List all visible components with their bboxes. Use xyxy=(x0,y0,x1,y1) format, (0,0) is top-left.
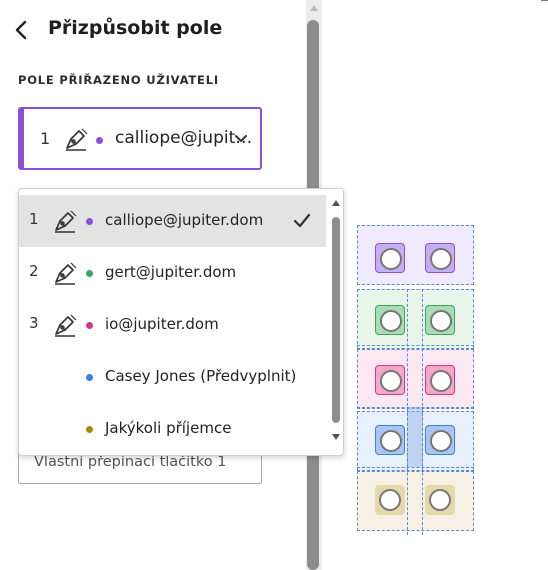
recipient-select[interactable]: 1 calliope@jupit… xyxy=(18,107,262,170)
pen-icon xyxy=(66,128,88,151)
panel-title: Přizpůsobit pole xyxy=(48,17,223,39)
field-name-value: Vlastní přepínací tlačítko 1 xyxy=(34,454,227,470)
radio-button[interactable] xyxy=(375,243,405,273)
option-color-dot xyxy=(86,270,93,277)
pen-icon xyxy=(55,262,77,285)
dropdown-scrollbar-thumb[interactable] xyxy=(332,217,340,423)
radio-button[interactable] xyxy=(375,485,405,515)
recipient-option-any[interactable]: Jakýkoli příjemce xyxy=(19,403,326,455)
recipient-email: calliope@jupit… xyxy=(115,128,253,148)
radio-button[interactable] xyxy=(375,365,405,395)
option-number: 1 xyxy=(29,210,39,228)
radio-button[interactable] xyxy=(375,305,405,335)
pen-icon xyxy=(55,314,77,337)
scroll-up-icon[interactable] xyxy=(309,4,319,12)
radio-button[interactable] xyxy=(375,425,405,455)
recipient-option-2[interactable]: 2 gert@jupiter.dom xyxy=(19,247,326,299)
radio-button[interactable] xyxy=(425,305,455,335)
recipient-dropdown-list: 1 calliope@jupiter.dom 2 gert@jupiter.do… xyxy=(18,188,344,456)
recipient-option-prefill[interactable]: Casey Jones (Předvyplnit) xyxy=(19,351,326,403)
recipient-option-3[interactable]: 3 io@jupiter.dom xyxy=(19,299,326,351)
checkmark-icon xyxy=(293,213,311,228)
option-label: calliope@jupiter.dom xyxy=(105,211,264,229)
option-color-dot xyxy=(86,426,93,433)
option-label: Jakýkoli příjemce xyxy=(105,419,232,437)
dropdown-scrollbar[interactable] xyxy=(327,189,343,455)
recipient-number: 1 xyxy=(40,129,51,148)
scroll-up-icon[interactable] xyxy=(331,199,341,207)
radio-button[interactable] xyxy=(425,243,455,273)
radio-button[interactable] xyxy=(425,365,455,395)
selection-column xyxy=(407,289,423,535)
recipient-color-dot xyxy=(96,137,103,144)
radio-button[interactable] xyxy=(425,425,455,455)
option-color-dot xyxy=(86,322,93,329)
canvas-edge-mark xyxy=(541,0,548,1)
radio-button[interactable] xyxy=(425,485,455,515)
option-color-dot xyxy=(86,218,93,225)
option-label: io@jupiter.dom xyxy=(105,315,219,333)
chevron-down-icon xyxy=(235,135,247,142)
assigned-to-label: POLE PŘIŘAZENO UŽIVATELI xyxy=(18,73,219,87)
option-label: gert@jupiter.dom xyxy=(105,263,237,281)
radio-button-group[interactable] xyxy=(357,225,474,535)
recipient-option-1[interactable]: 1 calliope@jupiter.dom xyxy=(19,195,326,247)
option-number: 2 xyxy=(29,262,39,280)
scroll-down-icon[interactable] xyxy=(331,433,341,441)
pen-icon xyxy=(55,210,77,233)
option-number: 3 xyxy=(29,314,39,332)
back-arrow-icon[interactable] xyxy=(10,18,34,42)
option-color-dot xyxy=(86,374,93,381)
option-label: Casey Jones (Předvyplnit) xyxy=(105,367,297,385)
